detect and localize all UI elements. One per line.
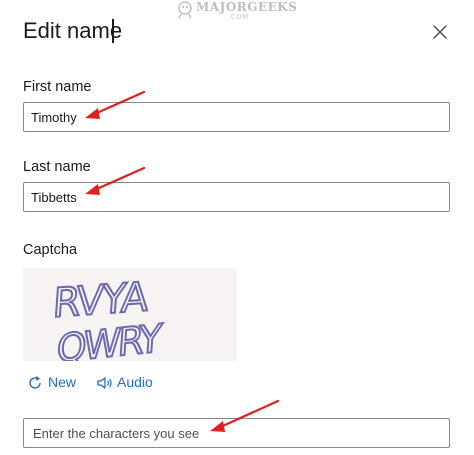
captcha-audio-label: Audio bbox=[117, 374, 153, 390]
edit-name-dialog: Edit name MAJORGEEKS .COM First name Tim… bbox=[0, 0, 474, 455]
captcha-new-label: New bbox=[48, 374, 77, 390]
captcha-label: Captcha bbox=[23, 242, 78, 258]
first-name-value: Timothy bbox=[31, 110, 77, 125]
annotation-arrow-last-name bbox=[85, 166, 146, 195]
last-name-value: Tibbetts bbox=[31, 190, 77, 205]
annotation-arrow-captcha-input bbox=[210, 399, 280, 432]
captcha-glyphs: RVYA QWRY bbox=[50, 273, 165, 373]
speaker-icon bbox=[97, 377, 112, 389]
close-button[interactable] bbox=[428, 20, 452, 44]
text-cursor bbox=[112, 19, 114, 43]
dialog-title: Edit name bbox=[23, 18, 123, 43]
watermark-text: MAJORGEEKS bbox=[196, 0, 298, 14]
annotation-arrow-first-name bbox=[85, 90, 146, 119]
captcha-image: RVYA QWRY bbox=[23, 268, 237, 373]
close-icon bbox=[433, 25, 447, 39]
watermark: MAJORGEEKS .COM bbox=[176, 0, 297, 24]
captcha-input-placeholder: Enter the characters you see bbox=[33, 426, 200, 441]
watermark-subtext: .COM bbox=[228, 13, 249, 21]
watermark-logo-icon bbox=[178, 1, 192, 19]
refresh-icon bbox=[29, 376, 41, 389]
